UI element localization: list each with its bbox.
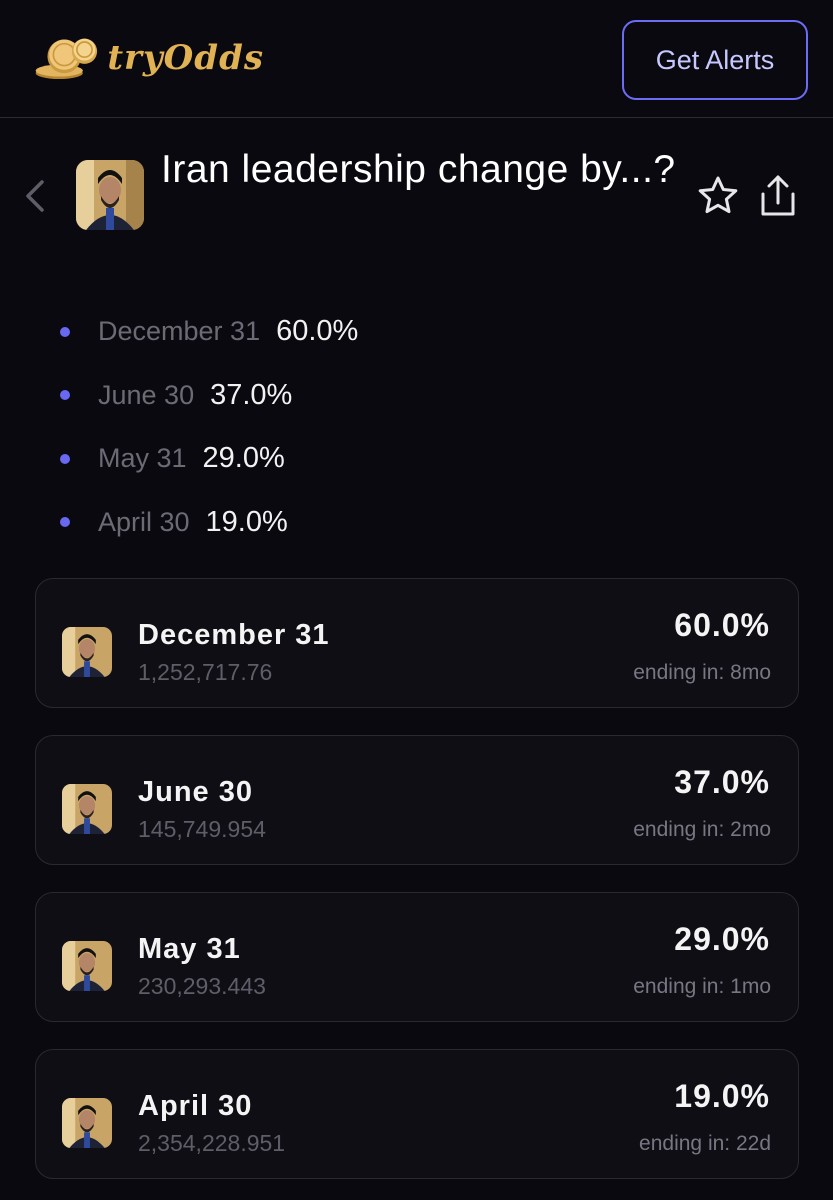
outcome-card-june-30[interactable]: June 30 145,749.954 37.0% ending in: 2mo (35, 735, 799, 865)
market-title: Iran leadership change by...? (161, 148, 676, 191)
outcome-name: May 31 (138, 933, 241, 965)
summary-percentage: 19.0% (205, 505, 288, 538)
top-bar: tryOdds Get Alerts (0, 0, 833, 118)
back-chevron-icon[interactable] (20, 176, 50, 216)
outcome-thumbnail (62, 1098, 112, 1148)
summary-item: December 31 60.0% (60, 300, 358, 364)
outcome-volume: 145,749.954 (138, 816, 266, 842)
coins-logo-icon (35, 38, 98, 80)
bullet-dot-icon (60, 517, 70, 528)
summary-label: June 30 (98, 379, 195, 410)
summary-label: December 31 (98, 316, 261, 347)
outcome-percentage: 29.0% (674, 921, 770, 957)
bullet-dot-icon (60, 326, 70, 337)
outcome-ending: ending in: 22d (639, 1132, 771, 1155)
share-icon[interactable] (757, 172, 799, 220)
summary-item: May 31 29.0% (60, 427, 358, 491)
outcome-name: December 31 (138, 619, 330, 651)
logo[interactable]: tryOdds (34, 30, 264, 86)
outcome-volume: 1,252,717.76 (138, 659, 273, 685)
summary-item: June 30 37.0% (60, 364, 358, 428)
outcome-summary-list: December 31 60.0% June 30 37.0% May 31 2… (60, 300, 358, 554)
summary-percentage: 60.0% (276, 315, 359, 348)
star-icon[interactable] (696, 174, 740, 218)
outcome-card-december-31[interactable]: December 31 1,252,717.76 60.0% ending in… (35, 578, 799, 708)
bullet-dot-icon (60, 390, 70, 401)
logo-text: tryOdds (107, 38, 264, 78)
outcome-card-may-31[interactable]: May 31 230,293.443 29.0% ending in: 1mo (35, 892, 799, 1022)
summary-label: May 31 (98, 443, 187, 474)
summary-label: April 30 (98, 506, 190, 537)
outcome-name: April 30 (138, 1090, 253, 1122)
outcome-ending: ending in: 8mo (633, 661, 771, 684)
outcome-thumbnail (62, 784, 112, 834)
summary-item: April 30 19.0% (60, 491, 358, 555)
outcome-card-april-30[interactable]: April 30 2,354,228.951 19.0% ending in: … (35, 1049, 799, 1179)
outcome-percentage: 19.0% (674, 1078, 770, 1114)
summary-percentage: 29.0% (202, 442, 285, 475)
outcome-percentage: 37.0% (674, 764, 770, 800)
summary-percentage: 37.0% (210, 378, 293, 411)
outcome-percentage: 60.0% (674, 607, 770, 643)
get-alerts-button[interactable]: Get Alerts (622, 20, 808, 100)
outcome-ending: ending in: 2mo (633, 818, 771, 841)
bullet-dot-icon (60, 453, 70, 464)
outcome-thumbnail (62, 627, 112, 677)
outcome-volume: 230,293.443 (138, 973, 266, 999)
outcome-name: June 30 (138, 776, 253, 808)
outcome-thumbnail (62, 941, 112, 991)
market-thumbnail (76, 160, 144, 230)
outcome-ending: ending in: 1mo (633, 975, 771, 998)
outcome-volume: 2,354,228.951 (138, 1130, 286, 1156)
